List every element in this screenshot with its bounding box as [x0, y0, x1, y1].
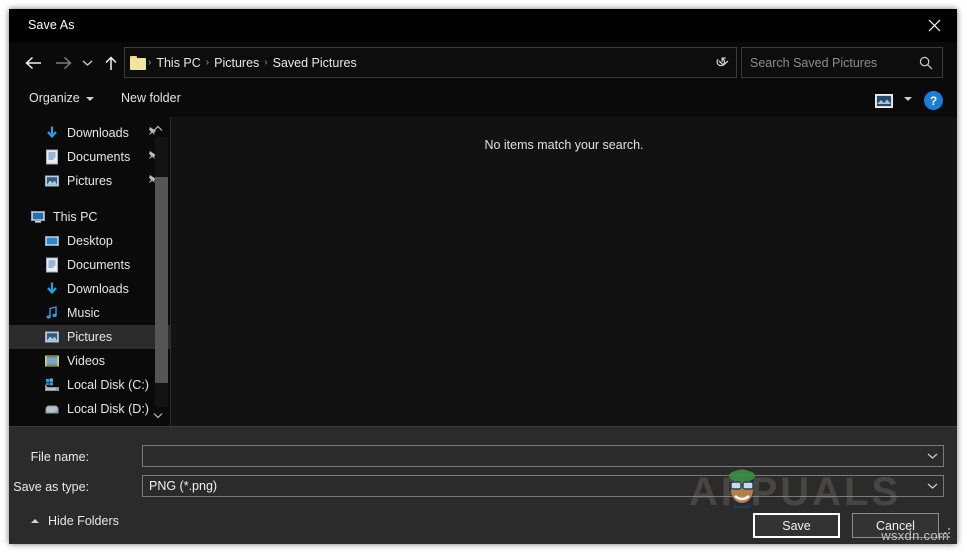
change-view-button[interactable] [873, 91, 895, 111]
save-as-type-select[interactable]: PNG (*.png) [142, 475, 944, 497]
resize-grip-icon[interactable] [940, 528, 952, 540]
save-button[interactable]: Save [753, 513, 840, 538]
search-placeholder: Search Saved Pictures [750, 55, 878, 70]
hide-folders-label: Hide Folders [48, 514, 119, 528]
sidebar-item-downloads-quick[interactable]: Downloads [9, 121, 170, 145]
save-form: File name: Save as type: PNG (*.png) [9, 426, 957, 503]
cancel-button-label: Cancel [876, 518, 915, 533]
sidebar-item-label: Documents [67, 258, 131, 272]
save-as-dialog: Save As › This PC › Pictures › Saved Pic… [9, 9, 957, 544]
document-icon [44, 257, 60, 273]
folder-icon [130, 55, 147, 70]
command-bar: Organize New folder ? [9, 85, 957, 118]
refresh-icon: ↺ [715, 54, 727, 70]
view-layout-icon [875, 94, 893, 108]
close-icon [928, 19, 940, 32]
back-button[interactable] [19, 49, 47, 77]
sidebar-item-videos[interactable]: Videos [9, 349, 170, 373]
sidebar-item-documents[interactable]: Documents [9, 253, 170, 277]
sidebar-scroll-up-button[interactable] [150, 120, 166, 136]
empty-list-message: No items match your search. [484, 138, 644, 152]
chevron-up-icon [153, 125, 163, 131]
search-icon [919, 56, 933, 70]
page-title: Save As [28, 18, 75, 32]
title-bar: Save As [9, 9, 957, 42]
address-bar[interactable]: › This PC › Pictures › Saved Pictures [124, 47, 737, 78]
sidebar-scrollbar-thumb[interactable] [155, 177, 168, 383]
sidebar-item-label: Pictures [67, 174, 113, 188]
sidebar-item-documents-quick[interactable]: Documents [9, 145, 170, 169]
download-arrow-icon [44, 281, 60, 297]
back-arrow-icon [24, 56, 41, 70]
sidebar-item-local-disk-c[interactable]: Local Disk (C:) [9, 373, 170, 397]
hide-folders-button[interactable]: Hide Folders [31, 514, 119, 528]
save-as-type-label: Save as type: [13, 480, 89, 494]
sidebar-item-this-pc[interactable]: This PC [9, 205, 169, 229]
close-button[interactable] [911, 9, 957, 42]
search-input[interactable]: Search Saved Pictures [741, 47, 943, 78]
sidebar-item-local-disk-d[interactable]: Local Disk (D:) [9, 397, 170, 421]
picture-icon [44, 173, 60, 189]
sidebar-item-label: Local Disk (C:) [67, 378, 149, 392]
new-folder-label: New folder [121, 91, 181, 105]
chevron-up-icon [31, 519, 39, 523]
forward-arrow-icon [55, 56, 72, 70]
navigation-bar: › This PC › Pictures › Saved Pictures ↺ … [9, 42, 957, 85]
this-pc-icon [30, 209, 46, 225]
save-as-type-value: PNG (*.png) [149, 479, 218, 493]
download-arrow-icon [44, 125, 60, 141]
organize-button[interactable]: Organize [29, 91, 94, 105]
sidebar-item-label: Downloads [67, 126, 129, 140]
cancel-button[interactable]: Cancel [852, 513, 939, 538]
picture-icon [44, 329, 60, 345]
sidebar-scroll-down-button[interactable] [150, 407, 166, 423]
help-button[interactable]: ? [924, 91, 943, 110]
breadcrumb-this-pc[interactable]: This PC [152, 56, 204, 70]
chevron-down-icon [153, 412, 163, 418]
sidebar-item-label: Videos [67, 354, 105, 368]
sidebar-item-label: This PC [53, 210, 98, 224]
sidebar-item-label: Documents [67, 150, 131, 164]
navigation-pane: Downloads Documents Pictures This PC Des… [9, 117, 170, 426]
file-name-label: File name: [30, 450, 89, 464]
sidebar-item-pictures[interactable]: Pictures [9, 325, 170, 349]
sidebar-item-desktop[interactable]: Desktop [9, 229, 170, 253]
save-as-type-dropdown-button[interactable] [921, 476, 943, 496]
view-dropdown-button[interactable] [904, 97, 912, 101]
recent-locations-button[interactable] [77, 49, 97, 77]
document-icon [44, 149, 60, 165]
desktop-icon [44, 233, 60, 249]
breadcrumb-pictures[interactable]: Pictures [210, 56, 263, 70]
video-icon [44, 353, 60, 369]
sidebar-item-downloads[interactable]: Downloads [9, 277, 170, 301]
sidebar-item-label: Downloads [67, 282, 129, 296]
sidebar-item-label: Local Disk (D:) [67, 402, 149, 416]
up-button[interactable] [97, 49, 125, 77]
dialog-footer: Hide Folders Save Cancel [9, 502, 957, 544]
sidebar-item-music[interactable]: Music [9, 301, 170, 325]
system-drive-icon [44, 377, 60, 393]
chevron-down-icon [927, 483, 937, 489]
up-arrow-icon [105, 55, 117, 70]
chevron-down-icon [927, 453, 937, 459]
chevron-down-icon [85, 97, 94, 101]
sidebar-item-label: Pictures [67, 330, 113, 344]
file-name-dropdown-button[interactable] [921, 446, 943, 466]
organize-label: Organize [29, 91, 80, 105]
drive-icon [44, 401, 60, 417]
recent-locations-chevron-icon [82, 60, 92, 66]
forward-button[interactable] [49, 49, 77, 77]
sidebar-item-label: Desktop [67, 234, 113, 248]
file-list-pane[interactable]: No items match your search. [170, 117, 957, 426]
refresh-button[interactable]: ↺ [706, 47, 736, 78]
file-name-input[interactable] [142, 445, 944, 467]
help-label: ? [929, 93, 938, 108]
sidebar-item-pictures-quick[interactable]: Pictures [9, 169, 170, 193]
sidebar-item-label: Music [67, 306, 100, 320]
new-folder-button[interactable]: New folder [121, 91, 181, 105]
music-note-icon [44, 305, 60, 321]
save-button-label: Save [782, 518, 811, 533]
breadcrumb-saved-pictures[interactable]: Saved Pictures [269, 56, 361, 70]
